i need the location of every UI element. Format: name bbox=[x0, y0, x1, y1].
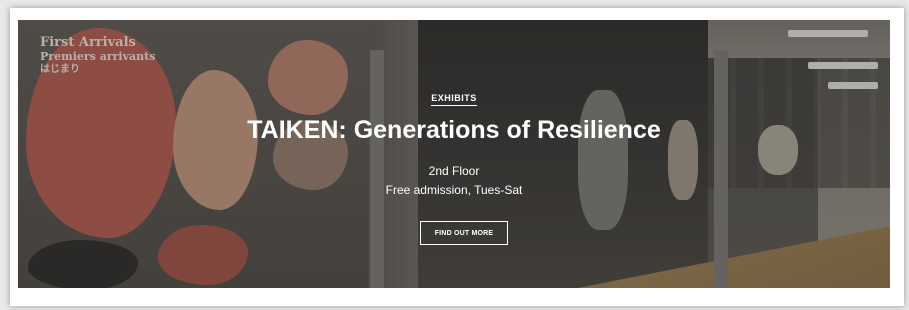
exhibit-location: 2nd Floor bbox=[428, 164, 480, 178]
eyebrow-label[interactable]: EXHIBITS bbox=[431, 93, 477, 106]
hero-content: EXHIBITS TAIKEN: Generations of Resilien… bbox=[18, 20, 890, 288]
hero-banner: First Arrivals Premiers arrivants はじまり E… bbox=[18, 20, 890, 288]
exhibit-admission: Free admission, Tues-Sat bbox=[385, 183, 523, 197]
find-out-more-button[interactable]: FIND OUT MORE bbox=[420, 221, 508, 245]
section-eyebrow[interactable]: EXHIBITS bbox=[18, 93, 890, 106]
exhibit-title: TAIKEN: Generations of Resilience bbox=[247, 116, 661, 144]
